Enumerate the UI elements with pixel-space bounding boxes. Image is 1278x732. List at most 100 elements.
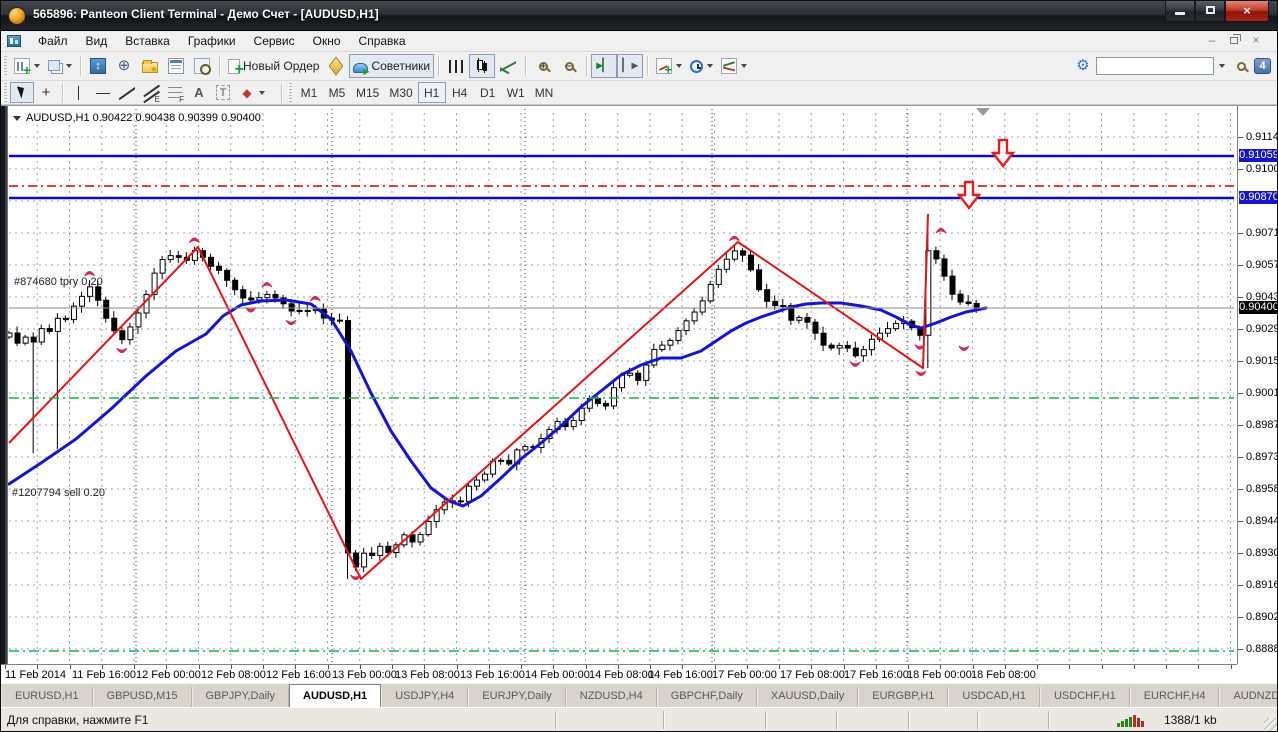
line-chart-button[interactable] [495, 54, 521, 78]
menu-item-3[interactable]: Графики [179, 32, 245, 50]
data-window-button[interactable] [111, 54, 137, 78]
navigator-button[interactable] [137, 54, 163, 78]
time-label: 11 Feb 2014 [5, 669, 66, 681]
templates-button[interactable] [717, 54, 751, 78]
toolbar-separator [62, 82, 63, 103]
candlestick-chart-button[interactable] [469, 54, 496, 78]
expert-advisors-button[interactable]: Советники [349, 54, 435, 78]
chart-tab-audnzd[interactable]: AUDNZD,H4 [1219, 687, 1277, 707]
chart-tab-gbpjpy[interactable]: GBPJPY,Daily [191, 687, 289, 707]
search-dropdown-button[interactable] [1214, 57, 1228, 75]
fibonacci-tool-button[interactable]: F [163, 82, 187, 104]
status-bar: Для справки, нажмите F1 1388/1 kb [1, 707, 1277, 731]
indicators-button[interactable] [652, 54, 686, 78]
timeframe-button-h4[interactable]: H4 [446, 82, 474, 103]
title-bar[interactable]: 565896: Panteon Client Terminal - Демо С… [1, 1, 1277, 31]
toolbar-handle[interactable] [288, 82, 292, 103]
timeframe-button-m1[interactable]: M1 [295, 82, 323, 103]
time-tick [1037, 665, 1038, 669]
price-axis[interactable]: 0.911400.910000.907150.905750.904350.902… [1237, 106, 1277, 664]
chart-tab-eurjpy[interactable]: EURJPY,Daily [468, 687, 566, 707]
timeframe-button-h1[interactable]: H1 [417, 82, 446, 103]
chart-tab-eurchf[interactable]: EURCHF,H4 [1129, 687, 1220, 707]
connection-status-icon [1117, 714, 1149, 727]
chart-tab-eurusd[interactable]: EURUSD,H1 [1, 687, 93, 707]
toolbar-handle[interactable] [3, 56, 7, 76]
chart-tab-usdchf[interactable]: USDCHF,H1 [1039, 687, 1130, 707]
metaeditor-button[interactable] [323, 54, 349, 78]
candlestick-chart-icon [474, 58, 490, 74]
chart-tab-xauusd[interactable]: XAUUSD,Daily [756, 687, 859, 707]
drawing-toolbar: E F A T M1M5M15M30H1H4D1W1MN [1, 81, 1277, 105]
chevron-down-icon [707, 64, 714, 68]
minimize-button[interactable] [1165, 1, 1195, 22]
auto-scroll-button[interactable] [591, 54, 618, 78]
crosshair-tool-button[interactable] [34, 82, 58, 103]
chart-tab-usdcad[interactable]: USDCAD,H1 [948, 687, 1040, 707]
timeframe-button-m30[interactable]: M30 [384, 82, 417, 103]
new-chart-button[interactable] [10, 54, 44, 78]
horizontal-line-tool-button[interactable] [91, 82, 115, 103]
vertical-line-tool-button[interactable] [67, 82, 91, 103]
cursor-tool-button[interactable] [10, 82, 34, 103]
menu-item-4[interactable]: Сервис [245, 32, 304, 50]
time-axis[interactable]: 11 Feb 2014 11 Feb 16:00 12 Feb 00:00 12 Fe… [1, 664, 1237, 684]
timeframe-button-m5[interactable]: M5 [323, 82, 351, 103]
chart-ohlc-header[interactable]: AUDUSD,H1 0.90422 0.90438 0.90399 0.9040… [13, 112, 261, 124]
maximize-button[interactable] [1195, 1, 1225, 22]
mdi-minimize-button[interactable]: – [1201, 33, 1223, 50]
chart-window-icon[interactable] [7, 35, 21, 47]
app-logo-icon [8, 7, 26, 25]
mdi-restore-button[interactable] [1223, 33, 1245, 50]
menu-item-2[interactable]: Вставка [116, 32, 179, 50]
order-line-label-sell[interactable]: #1207794 sell 0.20 [12, 487, 105, 499]
zoom-out-button[interactable]: − [556, 54, 582, 78]
timeframe-button-w1[interactable]: W1 [502, 82, 530, 103]
market-watch-button[interactable] [85, 54, 111, 78]
chart-tab-gbpchf[interactable]: GBPCHF,Daily [656, 687, 757, 707]
price-tick [1238, 169, 1243, 170]
time-label: 13 Feb 16:00 [460, 669, 525, 681]
menu-item-1[interactable]: Вид [77, 32, 117, 50]
chart-left-border [1, 106, 8, 664]
mdi-close-button[interactable]: × [1245, 33, 1267, 50]
menu-item-0[interactable]: Файл [29, 32, 77, 50]
expert-advisors-label: Советники [371, 59, 431, 73]
channel-tool-button[interactable]: E [139, 82, 163, 104]
resize-grip[interactable] [1264, 718, 1277, 731]
close-button[interactable]: × [1225, 1, 1269, 22]
chart-tab-usdjpy[interactable]: USDJPY,H4 [381, 687, 469, 707]
notifications-button[interactable]: 4 [1254, 58, 1271, 74]
mdi-window-controls: – × [1201, 33, 1267, 50]
chart-tab-eurgbp[interactable]: EURGBP,H1 [858, 687, 949, 707]
search-input[interactable] [1096, 57, 1214, 75]
settings-button[interactable] [1070, 54, 1096, 78]
chart-tab-nzdusd[interactable]: NZDUSD,H4 [565, 687, 657, 707]
trendline-icon [119, 85, 135, 101]
chart-tab-gbpusd[interactable]: GBPUSD,M15 [92, 687, 192, 707]
timeframe-button-m15[interactable]: M15 [351, 82, 384, 103]
order-line-label-tp[interactable]: #874680 tpry 0.20 [14, 276, 103, 288]
timeframe-button-mn[interactable]: MN [530, 82, 559, 103]
menu-item-6[interactable]: Справка [350, 32, 415, 50]
chart-shift-button[interactable] [617, 54, 644, 78]
profiles-button[interactable] [44, 54, 76, 78]
terminal-button[interactable] [163, 54, 189, 78]
arrows-tool-button[interactable] [235, 82, 269, 103]
periods-button[interactable] [686, 54, 717, 78]
chart-plot-area[interactable] [1, 106, 1237, 664]
price-label: 0.89585 [1246, 483, 1277, 495]
search-go-button[interactable] [1228, 54, 1254, 78]
trendline-tool-button[interactable] [115, 82, 139, 103]
strategy-tester-button[interactable] [189, 54, 215, 78]
new-order-button[interactable]: Новый Ордер [224, 54, 323, 79]
chart-tab-audusd[interactable]: AUDUSD,H1 [289, 684, 382, 707]
text-tool-button[interactable]: A [187, 82, 211, 103]
timeframe-button-d1[interactable]: D1 [474, 82, 502, 103]
text-label-tool-button[interactable]: T [211, 82, 235, 103]
price-label: 0.90295 [1246, 323, 1277, 335]
bar-chart-button[interactable] [443, 54, 469, 78]
zoom-in-button[interactable]: + [530, 54, 556, 78]
toolbar-handle[interactable] [3, 82, 7, 103]
menu-item-5[interactable]: Окно [304, 32, 350, 50]
